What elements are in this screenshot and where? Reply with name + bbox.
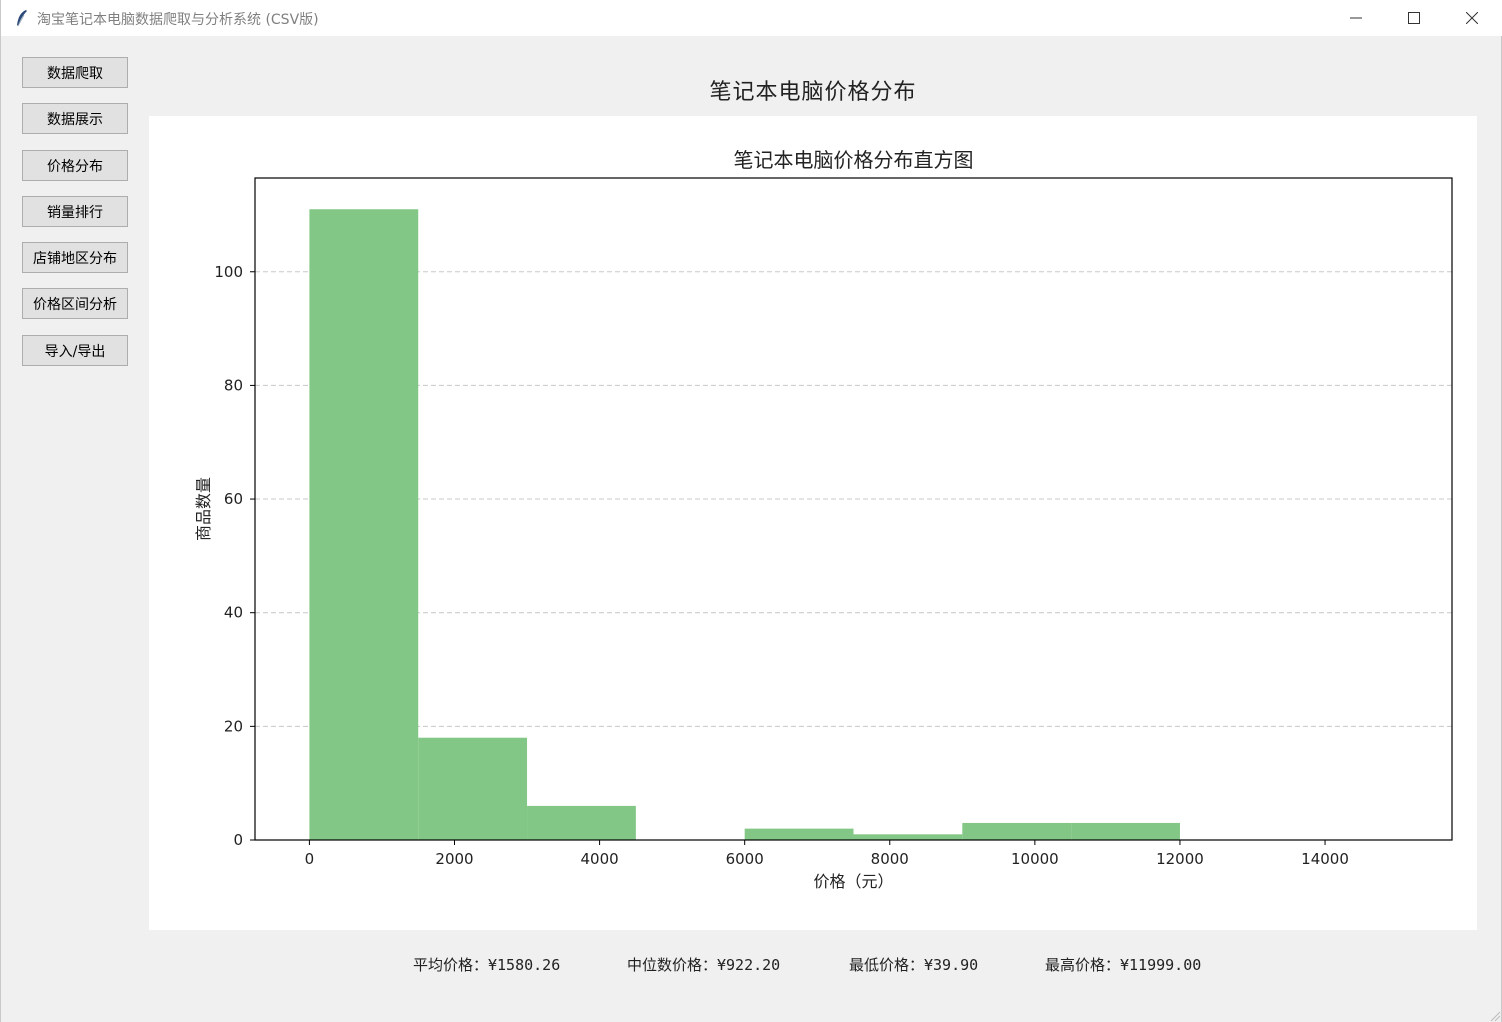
min-price-label: 最低价格：¥39.90 [849, 956, 979, 974]
maximize-icon [1408, 12, 1420, 24]
page-title: 笔记本电脑价格分布 [709, 80, 917, 105]
y-tick-label: 100 [214, 263, 243, 281]
show-data-button[interactable]: 数据展示 [22, 103, 128, 134]
histogram-bar [527, 805, 636, 840]
close-icon [1466, 12, 1478, 24]
price-distribution-button[interactable]: 价格分布 [22, 150, 128, 181]
maximize-button[interactable] [1385, 0, 1443, 36]
x-tick-label: 14000 [1301, 850, 1349, 868]
max-price-label: 最高价格：¥11999.00 [1045, 956, 1202, 974]
import-export-button[interactable]: 导入/导出 [22, 335, 128, 366]
title-bar: 淘宝笔记本电脑数据爬取与分析系统 (CSV版) [1, 0, 1502, 36]
y-tick-label: 20 [224, 717, 243, 735]
grid-lines [255, 271, 1452, 727]
minimize-button[interactable] [1327, 0, 1385, 36]
histogram-bar [1071, 822, 1180, 840]
histogram-bar [418, 737, 528, 840]
histogram-bar [962, 822, 1072, 840]
x-tick-label: 6000 [726, 850, 764, 868]
stats-bar: 平均价格：¥1580.26 中位数价格：¥922.20 最低价格：¥39.90 … [1, 954, 1502, 978]
close-button[interactable] [1443, 0, 1501, 36]
x-tick-label: 8000 [871, 850, 909, 868]
sales-ranking-button[interactable]: 销量排行 [22, 196, 128, 227]
feather-icon [17, 10, 27, 27]
chart-title: 笔记本电脑价格分布直方图 [734, 148, 974, 172]
y-tick-label: 60 [224, 490, 243, 508]
window-title: 淘宝笔记本电脑数据爬取与分析系统 (CSV版) [37, 12, 319, 28]
histogram-bar [744, 828, 854, 840]
x-tick-label: 4000 [580, 850, 618, 868]
y-tick-label: 0 [233, 831, 243, 849]
resize-grip-icon[interactable] [1487, 1008, 1501, 1022]
y-tick-label: 40 [224, 604, 243, 622]
x-tick-label: 2000 [435, 850, 473, 868]
histogram-bars [309, 209, 1180, 840]
histogram-chart: 0 2000 4000 6000 8000 10000 12000 14000 0 20 40 60 8… [194, 148, 1453, 891]
histogram-bar [853, 834, 963, 840]
price-range-button[interactable]: 价格区间分析 [22, 288, 128, 319]
x-tick-label: 10000 [1011, 850, 1059, 868]
x-axis-label: 价格（元） [813, 872, 893, 891]
median-price-label: 中位数价格：¥922.20 [627, 956, 781, 974]
mean-price-label: 平均价格：¥1580.26 [413, 956, 561, 974]
histogram-bar [309, 209, 419, 840]
x-tick-label: 0 [305, 850, 315, 868]
crawl-data-button[interactable]: 数据爬取 [22, 57, 128, 88]
minimize-icon [1350, 17, 1362, 19]
x-tick-label: 12000 [1156, 850, 1204, 868]
chart-panel: 0 2000 4000 6000 8000 10000 12000 14000 0 20 40 60 8… [149, 116, 1477, 930]
app-window: 淘宝笔记本电脑数据爬取与分析系统 (CSV版) 数据爬取 数据展示 价格分布 销… [0, 0, 1502, 1022]
shop-region-button[interactable]: 店铺地区分布 [22, 242, 128, 273]
y-tick-label: 80 [224, 376, 243, 394]
y-axis-label: 商品数量 [194, 477, 213, 541]
